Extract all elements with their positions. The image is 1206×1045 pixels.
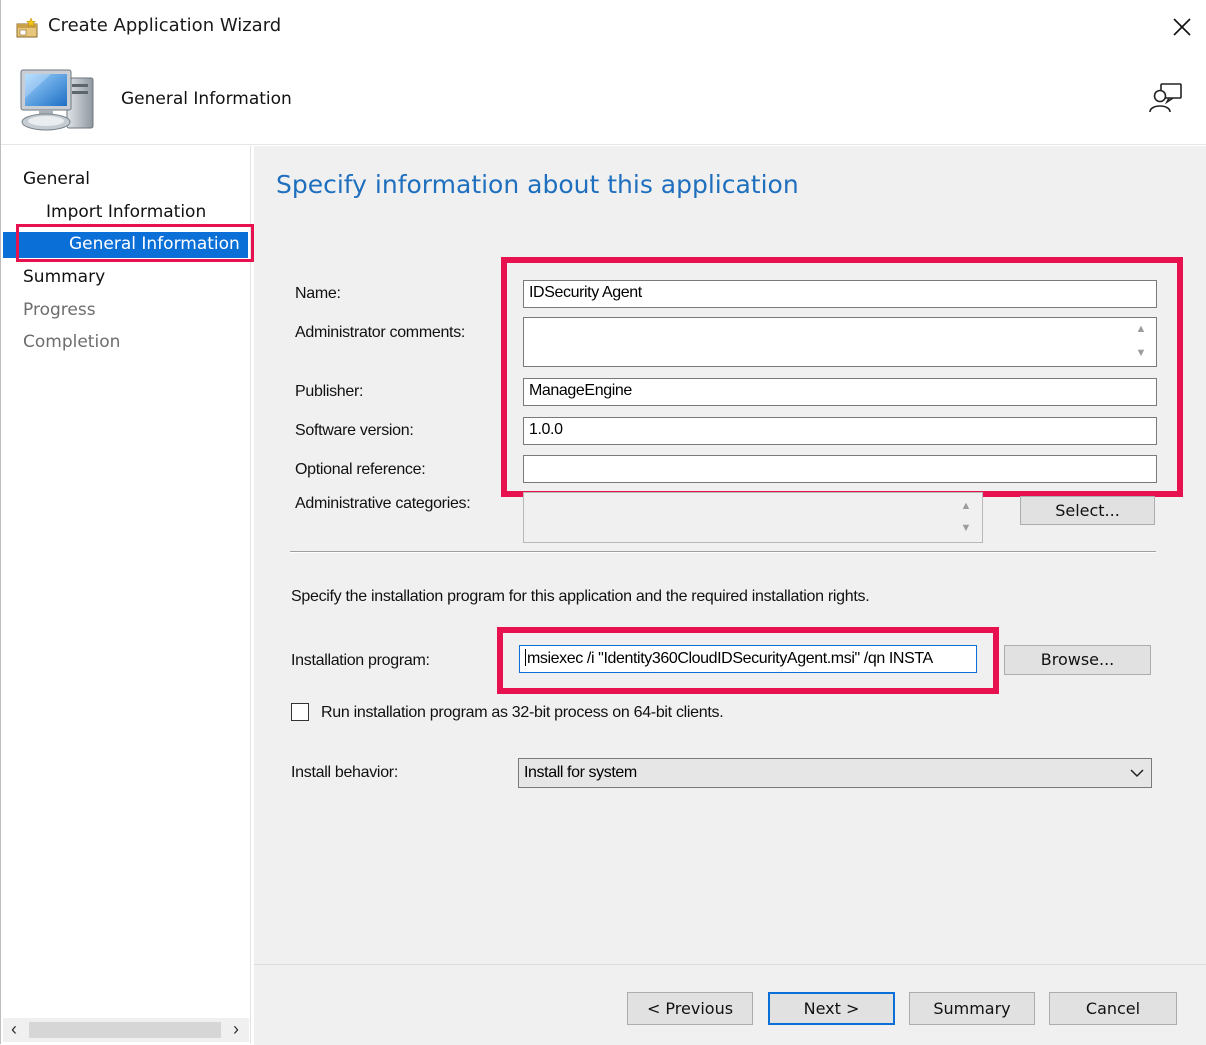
install-program-highlight-box: [497, 627, 999, 694]
install-behavior-select[interactable]: Install for system: [518, 758, 1152, 788]
run-32bit-label: Run installation program as 32-bit proce…: [321, 704, 724, 721]
nav-horizontal-scrollbar[interactable]: ‹ ›: [3, 1018, 249, 1042]
wizard-window: Create Application Wizard General Inform…: [0, 0, 1206, 1045]
fields-highlight-box: [501, 257, 1183, 497]
summary-button[interactable]: Summary: [909, 992, 1035, 1025]
run-32bit-checkbox[interactable]: [291, 703, 309, 721]
chevron-down-icon: [1130, 769, 1144, 778]
title-bar: Create Application Wizard: [1, 0, 1206, 52]
nav-item-summary[interactable]: Summary: [23, 267, 105, 287]
computer-icon: [20, 69, 94, 131]
optional-reference-label: Optional reference:: [295, 461, 426, 478]
window-title: Create Application Wizard: [48, 15, 282, 36]
software-version-label: Software version:: [295, 422, 414, 439]
nav-item-import-information[interactable]: Import Information: [46, 202, 206, 222]
help-user-icon[interactable]: [1147, 80, 1185, 116]
install-behavior-label: Install behavior:: [291, 764, 398, 781]
scroll-left-icon[interactable]: ‹: [11, 1019, 17, 1040]
install-instructions-text: Specify the installation program for thi…: [291, 588, 870, 605]
wizard-header: General Information: [1, 52, 1206, 145]
categories-scroll-down-icon: ▼: [960, 522, 972, 534]
section-divider: [290, 551, 1156, 553]
scroll-right-icon[interactable]: ›: [233, 1019, 239, 1040]
nav-item-completion: Completion: [23, 332, 121, 352]
admin-comments-label: Administrator comments:: [295, 324, 466, 341]
select-categories-button[interactable]: Select...: [1020, 496, 1155, 525]
publisher-label: Publisher:: [295, 383, 364, 400]
admin-categories-list: [523, 492, 983, 543]
close-button[interactable]: [1164, 10, 1200, 44]
name-label: Name:: [295, 285, 341, 302]
nav-item-general[interactable]: General: [23, 169, 90, 189]
install-behavior-value: Install for system: [524, 764, 637, 781]
next-button[interactable]: Next >: [768, 992, 895, 1025]
installation-program-label: Installation program:: [291, 652, 430, 669]
close-icon: [1173, 18, 1191, 36]
nav-item-progress: Progress: [23, 300, 96, 320]
admin-categories-label: Administrative categories:: [295, 495, 471, 512]
scrollbar-thumb[interactable]: [29, 1022, 221, 1038]
page-heading: Specify information about this applicati…: [276, 170, 799, 199]
cancel-button[interactable]: Cancel: [1049, 992, 1177, 1025]
nav-highlight-box: [16, 224, 254, 262]
browse-button[interactable]: Browse...: [1004, 645, 1151, 675]
header-title: General Information: [121, 89, 292, 109]
previous-button[interactable]: < Previous: [627, 992, 753, 1025]
wizard-app-icon: [16, 17, 38, 38]
categories-scroll-up-icon: ▲: [960, 500, 972, 512]
